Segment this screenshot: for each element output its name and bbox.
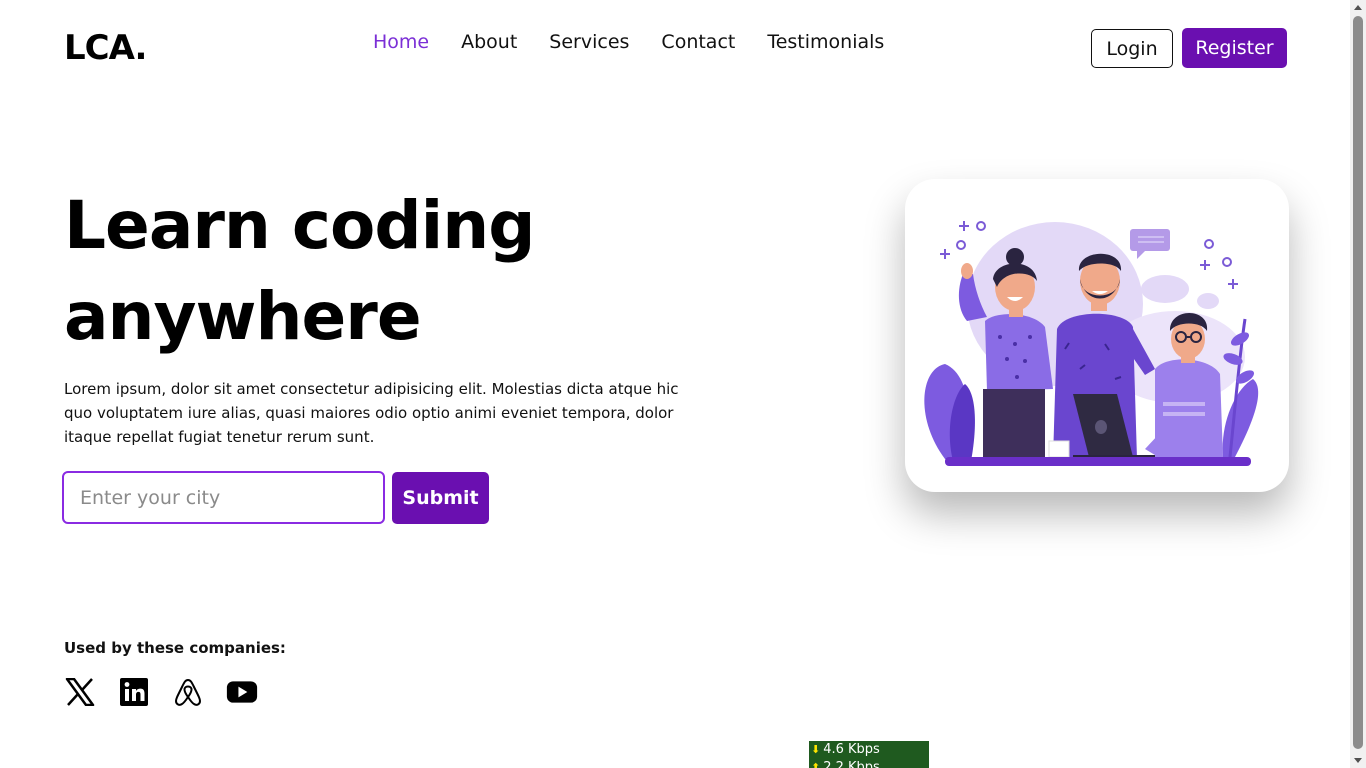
main-nav: Home About Services Contact Testimonials bbox=[373, 31, 884, 53]
city-input[interactable] bbox=[62, 471, 385, 524]
nav-services[interactable]: Services bbox=[549, 31, 629, 53]
upload-speed-row: ⬆ 2.2 Kbps bbox=[811, 759, 929, 768]
companies-label: Used by these companies: bbox=[64, 639, 286, 657]
nav-testimonials[interactable]: Testimonials bbox=[767, 31, 884, 53]
company-icons bbox=[64, 676, 258, 708]
register-button[interactable]: Register bbox=[1182, 28, 1287, 68]
download-speed-row: ⬇ 4.6 Kbps bbox=[811, 741, 929, 759]
login-button[interactable]: Login bbox=[1091, 29, 1173, 68]
download-speed: 4.6 Kbps bbox=[823, 742, 880, 757]
nav-contact[interactable]: Contact bbox=[661, 31, 735, 53]
scroll-down-arrow-icon[interactable] bbox=[1350, 752, 1366, 768]
scroll-up-arrow-icon[interactable] bbox=[1350, 0, 1366, 16]
x-icon[interactable] bbox=[64, 676, 96, 708]
hero-description: Lorem ipsum, dolor sit amet consectetur … bbox=[64, 380, 679, 446]
hero-title-line-2: anywhere bbox=[64, 278, 422, 355]
page-viewport: LCA. Home About Services Contact Testimo… bbox=[0, 0, 1350, 768]
download-arrow-icon: ⬇ bbox=[811, 743, 821, 756]
youtube-icon[interactable] bbox=[226, 676, 258, 708]
scrollbar-thumb[interactable] bbox=[1353, 16, 1363, 749]
vertical-scrollbar[interactable] bbox=[1350, 0, 1366, 768]
hero-title-line-1: Learn coding bbox=[64, 187, 535, 264]
logo[interactable]: LCA. bbox=[64, 28, 147, 68]
hero-title: Learn coding anywhere bbox=[64, 180, 624, 362]
nav-about[interactable]: About bbox=[461, 31, 517, 53]
submit-button[interactable]: Submit bbox=[392, 472, 489, 524]
linkedin-icon[interactable] bbox=[118, 676, 150, 708]
hero-illustration-card bbox=[905, 179, 1289, 492]
team-illustration bbox=[924, 221, 1259, 466]
upload-speed: 2.2 Kbps bbox=[823, 760, 880, 768]
upload-arrow-icon: ⬆ bbox=[811, 761, 821, 768]
nav-home[interactable]: Home bbox=[373, 31, 429, 53]
airbnb-icon[interactable] bbox=[172, 676, 204, 708]
network-speed-widget: ⬇ 4.6 Kbps ⬆ 2.2 Kbps bbox=[809, 741, 929, 768]
